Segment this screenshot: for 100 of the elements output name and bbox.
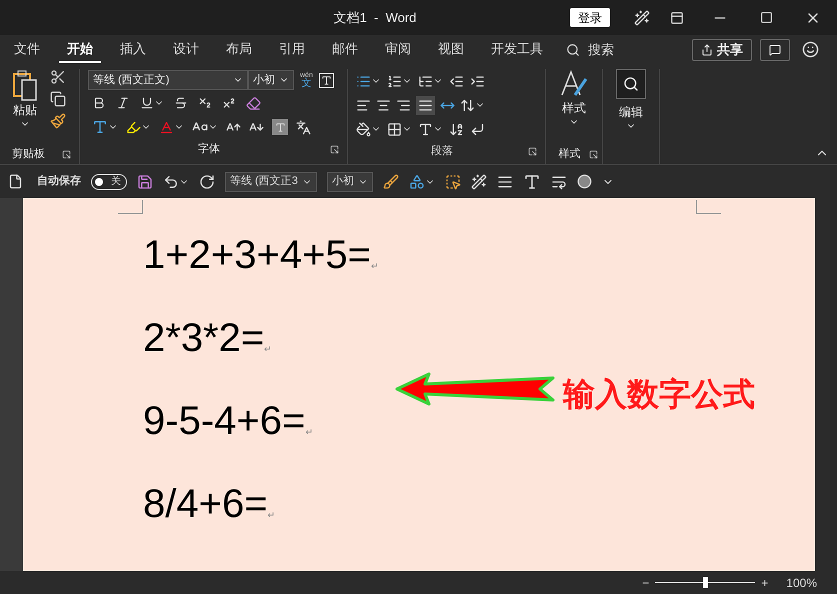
paragraph-mark: ↵ xyxy=(371,260,380,272)
ribbon-tab[interactable]: 审阅 xyxy=(377,36,419,62)
character-border-icon[interactable] xyxy=(318,72,334,88)
font-color-icon[interactable] xyxy=(159,120,174,134)
zoom-slider[interactable] xyxy=(655,576,756,588)
clipboard-icon xyxy=(12,69,38,101)
annotation-text: 输入数字公式 xyxy=(563,375,755,414)
clear-formatting-icon[interactable] xyxy=(246,96,261,110)
increase-indent-icon[interactable] xyxy=(470,74,485,88)
smiley-icon[interactable] xyxy=(802,41,819,58)
strikethrough-icon[interactable] xyxy=(174,96,188,110)
numbering-icon[interactable] xyxy=(387,74,402,88)
ribbon-tab[interactable]: 邮件 xyxy=(324,36,366,62)
text-effects-icon[interactable] xyxy=(92,119,108,135)
line-icon[interactable] xyxy=(496,174,513,190)
share-button[interactable]: 共享 xyxy=(692,38,752,60)
font-size-combo[interactable]: 小初 xyxy=(326,172,373,192)
styles-icon xyxy=(559,69,589,99)
justify-button[interactable] xyxy=(416,96,435,114)
redo-icon[interactable] xyxy=(199,174,215,190)
equation-text: 2*3*2= xyxy=(143,318,264,358)
font-name-combo[interactable]: 等线 (西文正3 xyxy=(225,172,317,192)
sign-in-button[interactable]: 登录 xyxy=(570,8,610,27)
maximize-icon[interactable] xyxy=(760,11,773,24)
paragraph-mark: ↵ xyxy=(305,426,314,438)
bullets-icon[interactable] xyxy=(356,74,371,88)
copy-icon[interactable] xyxy=(50,91,66,107)
magic-wand-icon[interactable] xyxy=(634,10,650,26)
margin-corner-mark xyxy=(696,200,721,214)
group-label: 段落 xyxy=(430,144,454,159)
ribbon-tab[interactable]: 布局 xyxy=(218,36,260,62)
ribbon-tab[interactable]: 开发工具 xyxy=(483,36,551,62)
highlighter-icon[interactable] xyxy=(126,120,141,134)
equation-text: 9-5-4+6= xyxy=(143,401,306,441)
font-size-combo[interactable]: 小初 xyxy=(248,70,294,90)
group-label: 字体 xyxy=(197,142,221,157)
ribbon-tab[interactable]: 插入 xyxy=(112,36,154,62)
superscript-icon[interactable] xyxy=(222,96,236,110)
font-name-combo[interactable]: 等线 (西文正文) xyxy=(88,70,248,90)
ribbon-tab[interactable]: 视图 xyxy=(430,36,472,62)
select-objects-icon[interactable] xyxy=(444,174,461,190)
character-shading-icon[interactable] xyxy=(272,119,288,135)
decrease-indent-icon[interactable] xyxy=(449,74,464,88)
styles-button[interactable]: 样式 xyxy=(550,69,598,144)
line-spacing-icon[interactable] xyxy=(460,98,475,112)
ink-icon[interactable] xyxy=(470,174,487,190)
justify-icon xyxy=(418,98,433,112)
share-icon xyxy=(701,44,713,56)
group-label: 剪贴板 xyxy=(12,146,46,162)
show-marks-icon[interactable] xyxy=(470,122,485,136)
format-painter-icon[interactable] xyxy=(382,174,399,190)
wrap-text-icon[interactable] xyxy=(550,174,567,190)
search-button[interactable]: 搜索 xyxy=(566,40,614,60)
subscript-icon[interactable] xyxy=(198,96,212,110)
dialog-launcher-icon[interactable] xyxy=(589,150,598,158)
comment-icon xyxy=(769,44,781,56)
zoom-level[interactable]: 100% xyxy=(786,574,817,592)
ribbon-display-icon[interactable] xyxy=(670,10,684,24)
align-center-icon[interactable] xyxy=(376,98,391,112)
equation-text: 8/4+6= xyxy=(143,484,268,524)
italic-icon[interactable] xyxy=(116,96,130,110)
enclose-characters-icon[interactable] xyxy=(296,120,311,134)
save-icon[interactable] xyxy=(137,174,153,190)
record-icon[interactable] xyxy=(576,174,592,189)
paragraph-mark: ↵ xyxy=(264,342,272,356)
shapes-icon[interactable] xyxy=(408,174,425,190)
zoom-in-button[interactable]: + xyxy=(761,574,768,592)
autosave-label: 自动保存 xyxy=(37,174,81,190)
comments-button[interactable] xyxy=(760,38,790,60)
document-icon[interactable] xyxy=(8,174,23,189)
paragraph-mark: ↵ xyxy=(268,508,276,522)
cut-icon[interactable] xyxy=(50,69,66,85)
group-label: 样式 xyxy=(558,146,582,162)
shading-icon[interactable] xyxy=(356,122,371,136)
asian-layout-icon[interactable] xyxy=(418,122,433,136)
ribbon-tab[interactable]: 设计 xyxy=(165,36,207,62)
sort-icon[interactable] xyxy=(449,122,464,136)
ribbon-tab[interactable]: 引用 xyxy=(271,36,313,62)
underline-icon[interactable] xyxy=(140,96,154,110)
zoom-out-button[interactable]: − xyxy=(642,574,650,592)
multilevel-list-icon[interactable] xyxy=(418,74,433,88)
bold-icon[interactable] xyxy=(92,96,106,110)
zoom-slider-thumb[interactable] xyxy=(703,577,708,588)
font-icon[interactable] xyxy=(522,172,541,190)
search-icon xyxy=(623,76,639,92)
ribbon-tab[interactable]: 文件 xyxy=(6,36,48,62)
borders-icon[interactable] xyxy=(387,122,402,136)
paste-button[interactable]: 粘贴 xyxy=(8,69,42,144)
dialog-launcher-icon[interactable] xyxy=(62,150,71,158)
align-right-icon[interactable] xyxy=(396,98,411,112)
undo-icon[interactable] xyxy=(163,174,179,190)
autosave-toggle[interactable]: 关 xyxy=(91,174,127,190)
equation-text: 1+2+3+4+5= xyxy=(143,235,372,275)
dialog-launcher-icon[interactable] xyxy=(528,146,537,156)
editing-button[interactable]: 编辑 xyxy=(607,69,655,131)
format-painter-icon[interactable] xyxy=(50,113,66,129)
align-left-icon[interactable] xyxy=(356,98,371,112)
search-icon xyxy=(566,42,580,56)
dialog-launcher-icon[interactable] xyxy=(330,144,339,154)
margin-corner-mark xyxy=(118,200,143,214)
